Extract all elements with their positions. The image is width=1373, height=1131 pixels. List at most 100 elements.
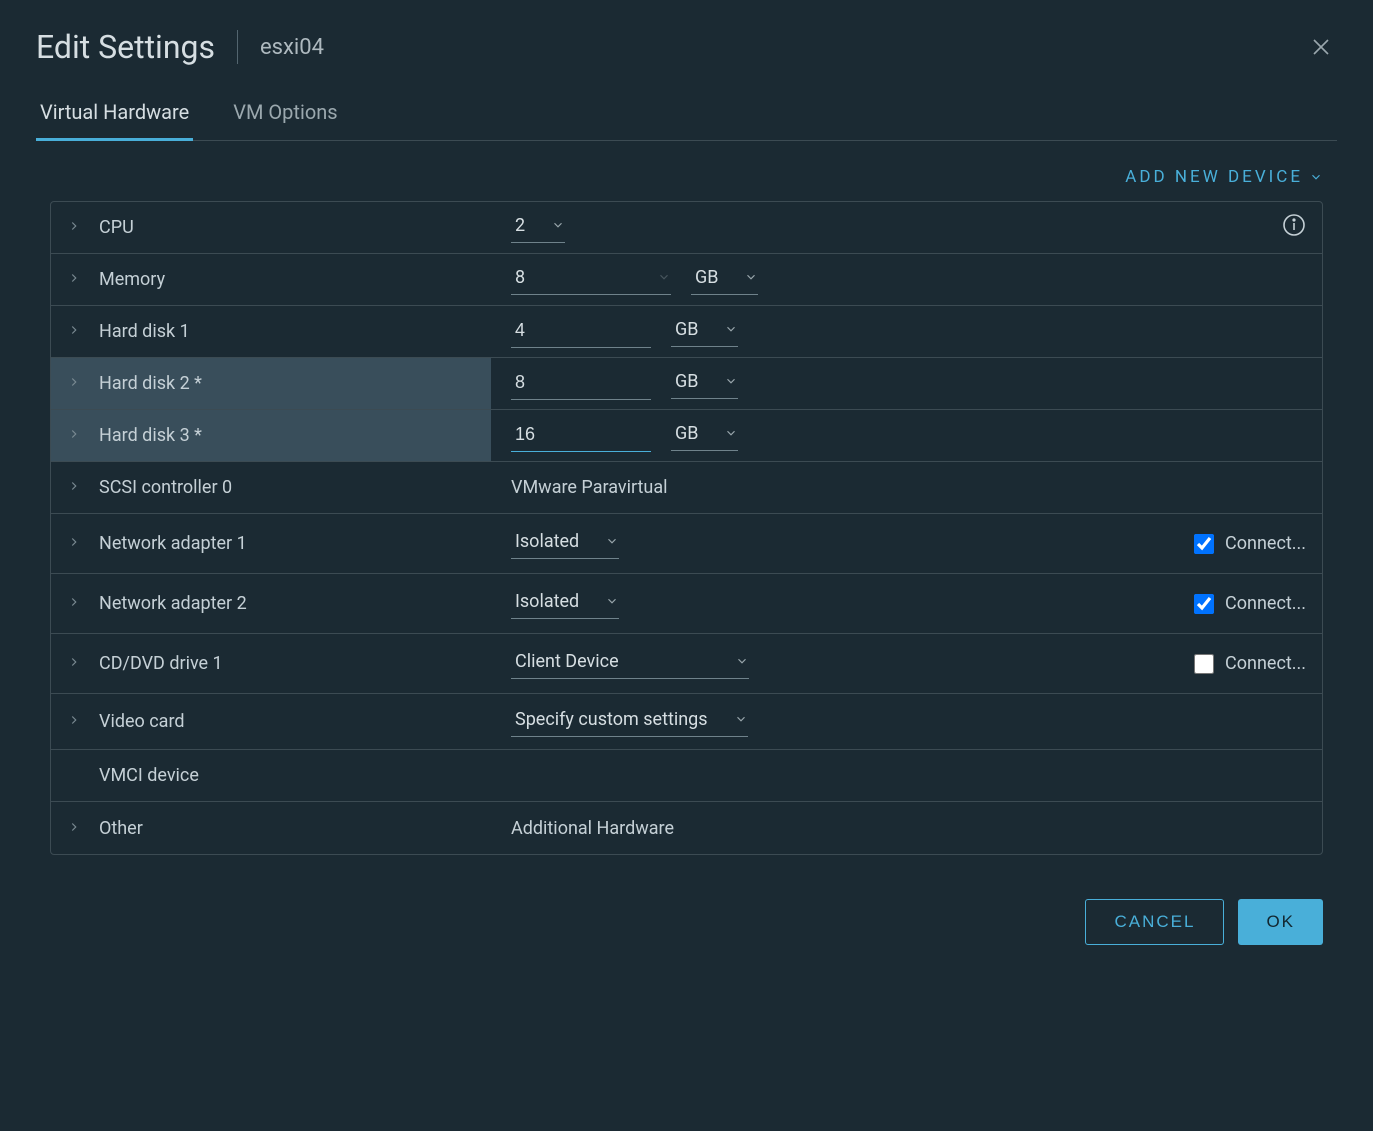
expand-video[interactable]	[67, 711, 81, 732]
row-hard-disk-1: Hard disk 1 GB	[51, 306, 1322, 358]
net2-select[interactable]: Isolated	[511, 589, 619, 619]
scsi-value: VMware Paravirtual	[511, 477, 668, 498]
expand-memory[interactable]	[67, 269, 81, 290]
chevron-down-icon	[551, 218, 565, 232]
tab-virtual-hardware[interactable]: Virtual Hardware	[36, 90, 193, 141]
row-hard-disk-3: Hard disk 3 * GB	[51, 410, 1322, 462]
chevron-down-icon	[724, 322, 738, 336]
chevron-down-icon	[724, 426, 738, 440]
cd-connect-checkbox[interactable]	[1194, 654, 1214, 674]
hd2-size-input[interactable]	[511, 368, 651, 400]
net1-connect-label: Connect...	[1225, 533, 1306, 554]
memory-label: Memory	[99, 269, 165, 290]
chevron-down-icon	[724, 374, 738, 388]
add-new-device-button[interactable]: ADD NEW DEVICE	[1125, 167, 1323, 187]
expand-scsi[interactable]	[67, 477, 81, 498]
memory-unit-select[interactable]: GB	[691, 265, 758, 295]
edit-settings-dialog: Edit Settings esxi04 Virtual Hardware VM…	[0, 0, 1373, 1131]
memory-value-field[interactable]: 8	[511, 265, 671, 295]
chevron-right-icon	[67, 219, 81, 233]
hd2-unit: GB	[671, 369, 724, 394]
net1-select[interactable]: Isolated	[511, 529, 619, 559]
chevron-right-icon	[67, 375, 81, 389]
video-label: Video card	[99, 711, 185, 732]
hardware-panel: CPU 2 Memory	[50, 201, 1323, 855]
row-network-adapter-1: Network adapter 1 Isolated Connect...	[51, 514, 1322, 574]
dialog-footer: CANCEL OK	[36, 855, 1337, 945]
video-value: Specify custom settings	[511, 707, 734, 732]
expand-other[interactable]	[67, 818, 81, 839]
expand-hd2[interactable]	[67, 373, 81, 394]
info-icon	[1282, 213, 1306, 237]
add-new-device-label: ADD NEW DEVICE	[1125, 167, 1303, 187]
other-value: Additional Hardware	[511, 818, 674, 839]
net2-connect-label: Connect...	[1225, 593, 1306, 614]
chevron-down-icon	[605, 534, 619, 548]
chevron-down-icon	[657, 270, 671, 284]
expand-net1[interactable]	[67, 533, 81, 554]
ok-button[interactable]: OK	[1238, 899, 1323, 945]
memory-value: 8	[511, 265, 657, 290]
chevron-down-icon	[734, 712, 748, 726]
expand-cd[interactable]	[67, 653, 81, 674]
row-cd-dvd-drive-1: CD/DVD drive 1 Client Device Connect...	[51, 634, 1322, 694]
expand-hd1[interactable]	[67, 321, 81, 342]
expand-net2[interactable]	[67, 593, 81, 614]
chevron-right-icon	[67, 479, 81, 493]
hd3-unit-select[interactable]: GB	[671, 421, 738, 451]
row-scsi-controller-0: SCSI controller 0 VMware Paravirtual	[51, 462, 1322, 514]
chevron-right-icon	[67, 713, 81, 727]
chevron-right-icon	[67, 427, 81, 441]
tabs: Virtual Hardware VM Options	[36, 90, 1337, 141]
memory-unit: GB	[691, 265, 744, 290]
toolbar: ADD NEW DEVICE	[36, 141, 1337, 201]
net2-label: Network adapter 2	[99, 593, 247, 614]
hd1-size-input[interactable]	[511, 316, 651, 348]
hd1-label: Hard disk 1	[99, 321, 190, 342]
net1-connect-checkbox[interactable]	[1194, 534, 1214, 554]
hd3-unit: GB	[671, 421, 724, 446]
chevron-right-icon	[67, 323, 81, 337]
chevron-right-icon	[67, 271, 81, 285]
cd-connect-label: Connect...	[1225, 653, 1306, 674]
cd-label: CD/DVD drive 1	[99, 653, 223, 674]
tab-vm-options[interactable]: VM Options	[229, 90, 341, 140]
other-label: Other	[99, 818, 143, 839]
hd1-unit: GB	[671, 317, 724, 342]
video-select[interactable]: Specify custom settings	[511, 707, 748, 737]
cd-select[interactable]: Client Device	[511, 649, 749, 679]
hd1-unit-select[interactable]: GB	[671, 317, 738, 347]
close-button[interactable]	[1305, 31, 1337, 63]
chevron-down-icon	[744, 270, 758, 284]
chevron-right-icon	[67, 655, 81, 669]
hd2-unit-select[interactable]: GB	[671, 369, 738, 399]
cpu-value: 2	[511, 213, 551, 238]
expand-cpu[interactable]	[67, 217, 81, 238]
chevron-right-icon	[67, 820, 81, 834]
cpu-select[interactable]: 2	[511, 213, 565, 243]
hd3-label: Hard disk 3 *	[99, 425, 202, 446]
chevron-down-icon	[605, 594, 619, 608]
vm-name: esxi04	[260, 35, 324, 60]
info-button[interactable]	[1282, 213, 1306, 242]
chevron-down-icon	[735, 654, 749, 668]
row-network-adapter-2: Network adapter 2 Isolated Connect...	[51, 574, 1322, 634]
hd3-size-input[interactable]	[511, 420, 651, 452]
hd2-label: Hard disk 2 *	[99, 373, 202, 394]
row-video-card: Video card Specify custom settings	[51, 694, 1322, 750]
chevron-down-icon	[1309, 170, 1323, 184]
row-hard-disk-2: Hard disk 2 * GB	[51, 358, 1322, 410]
expand-hd3[interactable]	[67, 425, 81, 446]
chevron-right-icon	[67, 595, 81, 609]
row-memory: Memory 8 GB	[51, 254, 1322, 306]
row-cpu: CPU 2	[51, 202, 1322, 254]
cancel-button[interactable]: CANCEL	[1085, 899, 1224, 945]
scsi-label: SCSI controller 0	[99, 477, 232, 498]
title-divider	[237, 30, 238, 64]
net1-label: Network adapter 1	[99, 533, 247, 554]
chevron-right-icon	[67, 535, 81, 549]
net2-connect-checkbox[interactable]	[1194, 594, 1214, 614]
cpu-label: CPU	[99, 217, 134, 238]
row-vmci-device: VMCI device	[51, 750, 1322, 802]
close-icon	[1309, 35, 1333, 59]
